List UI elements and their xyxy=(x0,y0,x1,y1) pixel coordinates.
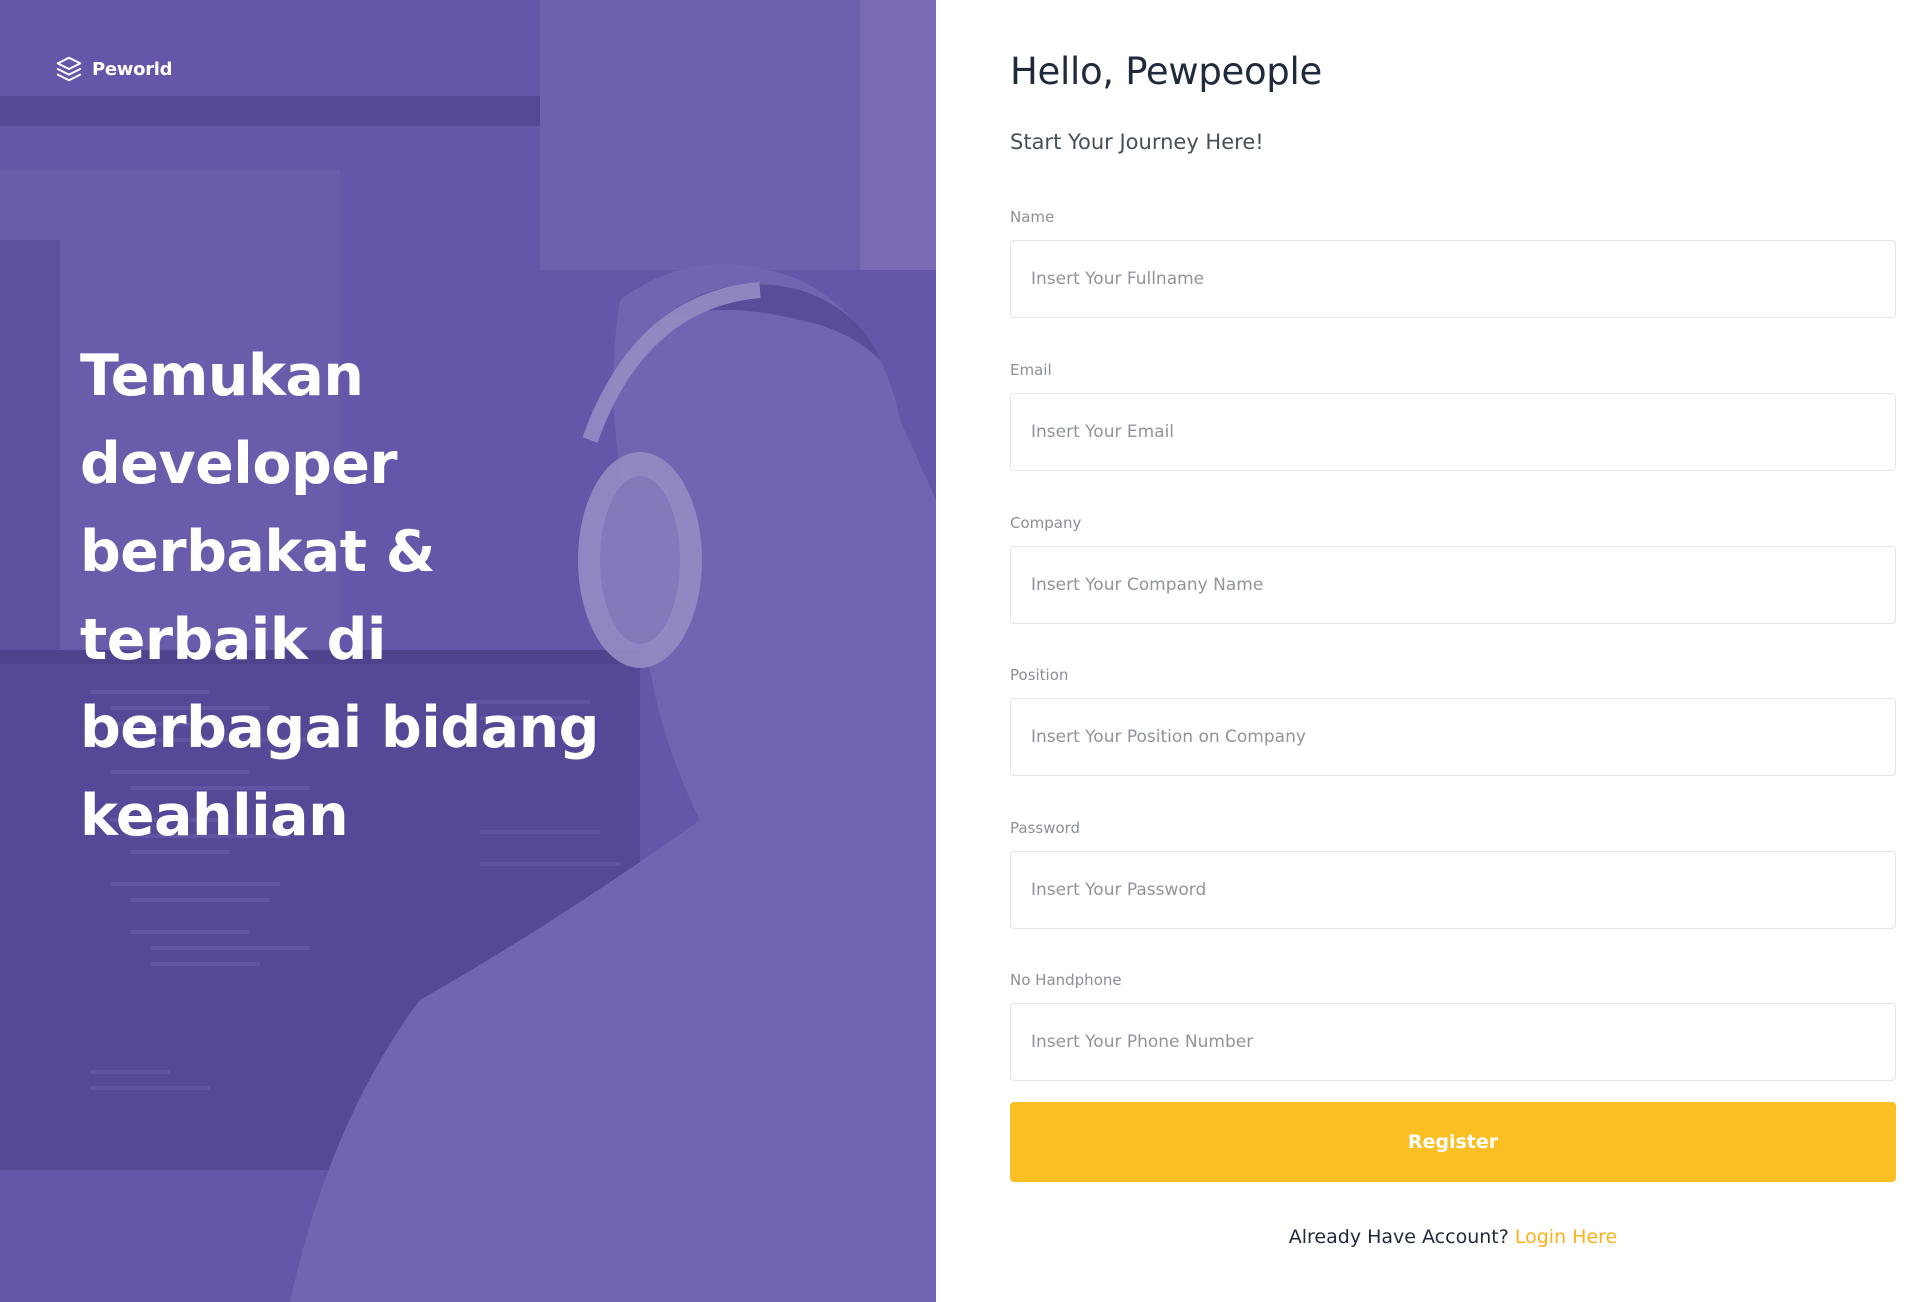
hero-panel: Peworld Temukan developer berbakat & ter… xyxy=(0,0,936,1302)
login-link[interactable]: Login Here xyxy=(1515,1226,1617,1248)
register-button[interactable]: Register xyxy=(1010,1102,1896,1182)
password-input[interactable] xyxy=(1010,851,1896,929)
login-prompt-text: Already Have Account? xyxy=(1288,1226,1509,1248)
name-input[interactable] xyxy=(1010,240,1896,318)
phone-label: No Handphone xyxy=(1010,971,1122,989)
brand-name: Peworld xyxy=(92,58,173,80)
login-prompt-line: Already Have Account? Login Here xyxy=(1010,1226,1896,1248)
brand-logo[interactable]: Peworld xyxy=(54,54,173,84)
email-field-group: Email xyxy=(1010,361,1896,471)
company-field-group: Company xyxy=(1010,514,1896,624)
position-field-group: Position xyxy=(1010,666,1896,776)
layers-icon xyxy=(56,56,82,82)
company-input[interactable] xyxy=(1010,546,1896,624)
email-label: Email xyxy=(1010,361,1052,379)
name-label: Name xyxy=(1010,208,1055,226)
company-label: Company xyxy=(1010,514,1082,532)
phone-field-group: No Handphone xyxy=(1010,971,1896,1081)
password-label: Password xyxy=(1010,819,1081,837)
register-panel: Hello, Pewpeople Start Your Journey Here… xyxy=(936,0,1920,1302)
page-subtitle: Start Your Journey Here! xyxy=(1010,130,1264,154)
password-field-group: Password xyxy=(1010,819,1896,929)
phone-input[interactable] xyxy=(1010,1003,1896,1081)
email-input[interactable] xyxy=(1010,393,1896,471)
hero-headline: Temukan developer berbakat & terbaik di … xyxy=(80,343,599,849)
position-input[interactable] xyxy=(1010,698,1896,776)
name-field-group: Name xyxy=(1010,208,1896,318)
position-label: Position xyxy=(1010,666,1069,684)
page-title: Hello, Pewpeople xyxy=(1010,50,1322,93)
